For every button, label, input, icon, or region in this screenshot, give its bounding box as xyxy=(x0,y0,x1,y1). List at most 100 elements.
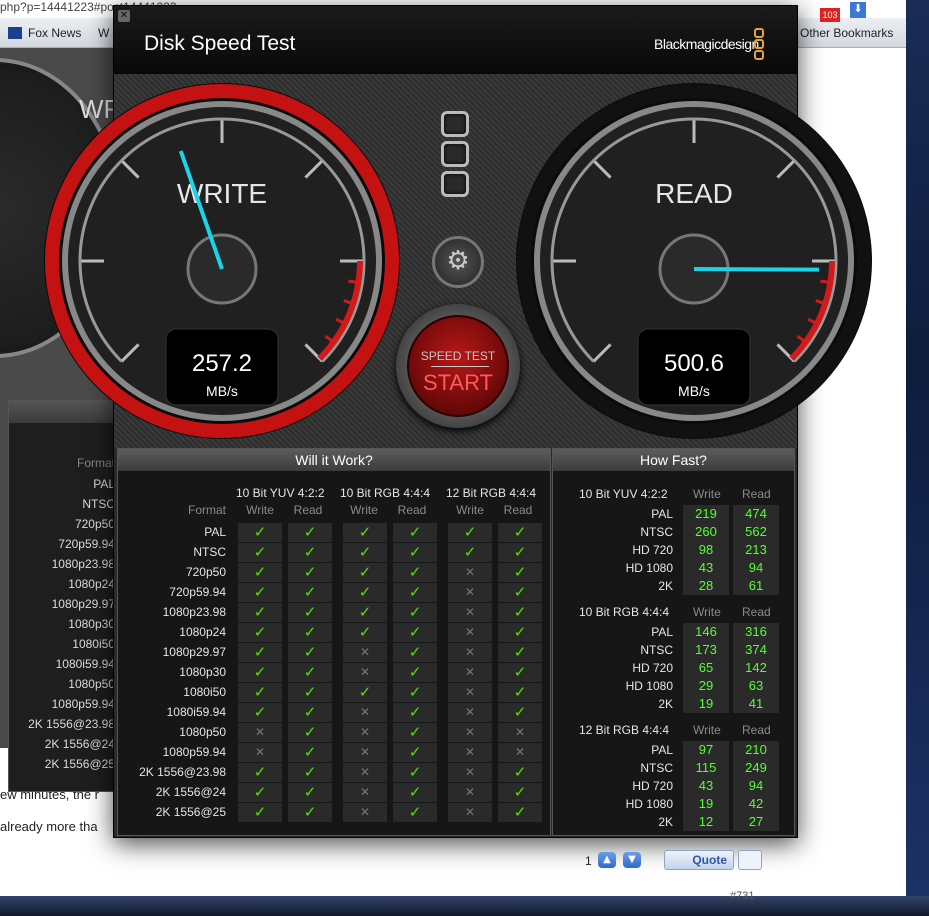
write-speed-value: 19 xyxy=(683,795,729,813)
dock xyxy=(0,896,929,916)
check-icon: ✓ xyxy=(238,583,282,602)
title-bar[interactable]: ✕ Disk Speed Test Blackmagicdesign xyxy=(114,6,797,74)
how-fast-format: HD 720 xyxy=(632,661,673,675)
check-icon: ✓ xyxy=(393,783,437,802)
bookmark-w[interactable]: W xyxy=(98,26,109,40)
read-speed-value: 249 xyxy=(733,759,779,777)
how-fast-format: HD 720 xyxy=(632,779,673,793)
background-format-row: 1080p50 xyxy=(68,677,115,691)
check-icon: ✓ xyxy=(393,683,437,702)
how-fast-format: PAL xyxy=(651,625,673,639)
how-fast-format: HD 1080 xyxy=(625,797,673,811)
format-label: 1080i50 xyxy=(183,685,226,699)
how-fast-section-label: 10 Bit YUV 4:2:2 xyxy=(579,487,668,501)
check-icon: ✓ xyxy=(288,803,332,822)
read-speed-value: 94 xyxy=(733,559,779,577)
post-number: #731 xyxy=(730,890,755,902)
read-gauge-unit: MB/s xyxy=(678,383,710,399)
write-speed-value: 173 xyxy=(683,641,729,659)
column-write-label: Write xyxy=(350,503,378,517)
screen: php?p=14441223#post14441223 Fox News W O… xyxy=(0,0,929,916)
check-icon: ✓ xyxy=(393,803,437,822)
how-fast-read-label: Read xyxy=(742,487,771,501)
check-icon: ✓ xyxy=(498,523,542,542)
background-format-row: 1080p24 xyxy=(68,577,115,591)
column-read-label: Read xyxy=(503,503,533,517)
multi-quote-button[interactable] xyxy=(738,850,762,870)
read-gauge: READ 500.6 MB/s xyxy=(516,83,872,439)
will-it-work-panel: Will it Work? 10 Bit YUV 4:2:2 Write Read 1… xyxy=(117,448,551,836)
write-gauge-redtick xyxy=(348,279,361,285)
check-icon: ✓ xyxy=(238,603,282,622)
format-label: 720p59.94 xyxy=(169,585,226,599)
arrow-down-icon[interactable]: ▼ xyxy=(623,852,641,868)
close-icon[interactable]: ✕ xyxy=(118,10,130,22)
how-fast-read-label: Read xyxy=(742,605,771,619)
pagination-number: 1 xyxy=(585,854,592,868)
cross-icon: ✕ xyxy=(343,763,387,782)
cross-icon: ✕ xyxy=(448,563,492,582)
read-speed-value: 42 xyxy=(733,795,779,813)
quote-button[interactable]: Quote xyxy=(664,850,734,870)
download-icon[interactable]: ⬇ xyxy=(850,2,866,18)
check-icon: ✓ xyxy=(288,663,332,682)
group-label: 12 Bit RGB 4:4:4 xyxy=(446,486,537,500)
start-button-label: START xyxy=(422,370,494,395)
cross-icon: ✕ xyxy=(343,783,387,802)
check-icon: ✓ xyxy=(393,583,437,602)
column-read-label: Read xyxy=(397,503,427,517)
background-format-list: Format PAL NTSC 720p50 720p59.94 1080p23.98 10… xyxy=(8,400,120,792)
how-fast-format: HD 1080 xyxy=(625,561,673,575)
write-gauge-unit: MB/s xyxy=(206,383,238,399)
bookmark-fox-news[interactable]: Fox News xyxy=(8,26,81,40)
check-icon: ✓ xyxy=(498,563,542,582)
arrow-up-icon[interactable]: ▲ xyxy=(598,852,616,868)
check-icon: ✓ xyxy=(498,583,542,602)
format-label: NTSC xyxy=(193,545,226,559)
check-icon: ✓ xyxy=(238,643,282,662)
write-speed-value: 146 xyxy=(683,623,729,641)
background-format-row: 2K 1556@23.98 xyxy=(28,717,115,731)
brand-name: Blackmagicdesign xyxy=(654,36,759,52)
extension-badge[interactable]: 103 xyxy=(820,8,840,22)
how-fast-format: HD 1080 xyxy=(625,679,673,693)
check-icon: ✓ xyxy=(288,683,332,702)
check-icon: ✓ xyxy=(238,543,282,562)
format-label: 1080i59.94 xyxy=(166,705,226,719)
cross-icon: ✕ xyxy=(448,683,492,702)
check-icon: ✓ xyxy=(238,683,282,702)
how-fast-title: How Fast? xyxy=(553,449,794,471)
gear-icon[interactable]: ⚙ xyxy=(432,236,484,288)
check-icon: ✓ xyxy=(343,623,387,642)
write-speed-value: 43 xyxy=(683,559,729,577)
check-icon: ✓ xyxy=(238,783,282,802)
write-speed-value: 115 xyxy=(683,759,729,777)
format-column-header: Format xyxy=(187,503,226,517)
check-icon: ✓ xyxy=(288,583,332,602)
how-fast-format: NTSC xyxy=(640,643,673,657)
write-speed-value: 28 xyxy=(683,577,729,595)
how-fast-format: PAL xyxy=(651,507,673,521)
background-format-row: NTSC xyxy=(82,497,115,511)
check-icon: ✓ xyxy=(498,783,542,802)
cross-icon: ✕ xyxy=(448,743,492,762)
check-icon: ✓ xyxy=(393,563,437,582)
how-fast-write-label: Write xyxy=(693,723,721,737)
how-fast-read-label: Read xyxy=(742,723,771,737)
read-speed-value: 27 xyxy=(733,813,779,831)
check-icon: ✓ xyxy=(288,743,332,762)
start-button[interactable]: SPEED TEST START xyxy=(396,304,520,428)
read-speed-value: 562 xyxy=(733,523,779,541)
cross-icon: ✕ xyxy=(498,723,542,742)
background-format-row: 1080p29.97 xyxy=(51,597,115,611)
format-label: 1080p24 xyxy=(179,625,226,639)
cross-icon: ✕ xyxy=(238,743,282,762)
check-icon: ✓ xyxy=(288,783,332,802)
write-speed-value: 65 xyxy=(683,659,729,677)
read-speed-value: 41 xyxy=(733,695,779,713)
check-icon: ✓ xyxy=(238,663,282,682)
bookmark-other[interactable]: Other Bookmarks xyxy=(800,26,893,40)
group-label: 10 Bit YUV 4:2:2 xyxy=(236,486,325,500)
cross-icon: ✕ xyxy=(448,583,492,602)
background-format-row: PAL xyxy=(93,477,115,491)
